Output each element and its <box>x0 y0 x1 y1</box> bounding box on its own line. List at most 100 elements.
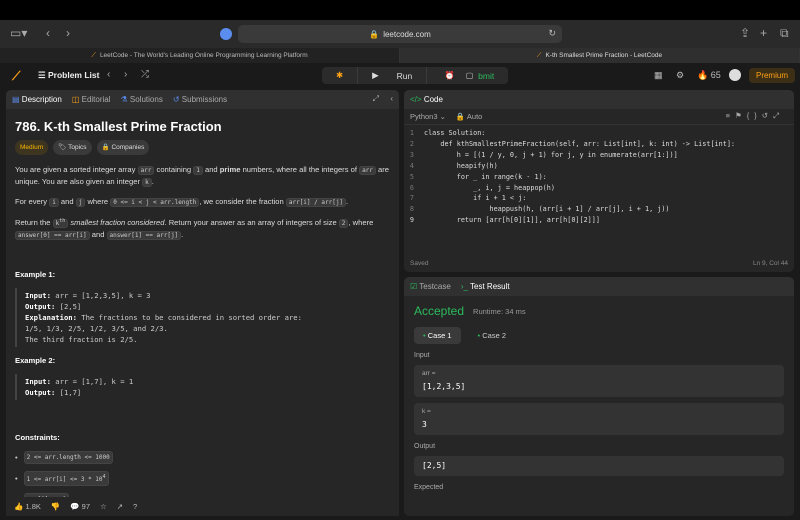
problem-list-button[interactable]: ☰ Problem List <box>38 70 99 81</box>
format-icon[interactable]: ≡ <box>726 111 735 120</box>
premium-button[interactable]: Premium <box>749 68 795 83</box>
test-tabs: ☑ Testcase ›_ Test Result <box>404 277 794 296</box>
tab-solutions[interactable]: ⚗ Solutions <box>121 95 163 104</box>
layout-icon[interactable]: ▦ <box>654 70 663 81</box>
tab-overview-icon[interactable]: ⧉ <box>780 26 789 41</box>
run-button[interactable]: ▶ Run <box>357 67 426 84</box>
lock-icon: 🔒 <box>455 112 466 121</box>
maximize-icon[interactable]: ⤢ <box>373 94 379 104</box>
extension-icon[interactable] <box>220 28 232 40</box>
comments-count: 97 <box>81 502 90 511</box>
description-panel: ▤ Description ◫ Editorial ⚗ Solutions ↺ … <box>6 90 399 516</box>
url-text: leetcode.com <box>383 29 431 39</box>
debug-button[interactable]: ✱ <box>322 67 357 84</box>
input-arr-box: arr = [1,2,3,5] <box>414 365 784 397</box>
browser-tab-leetcode-home[interactable]: ⟋ LeetCode - The World's Leading Online P… <box>0 48 400 63</box>
case-label: Case 1 <box>427 331 452 340</box>
favorite-star-icon[interactable]: ☆ <box>100 502 107 511</box>
tab-code[interactable]: </> Code <box>410 95 443 104</box>
code-editor[interactable]: 1 class Solution: 2 def kthSmallestPrimeF… <box>404 128 794 226</box>
auto-label: Auto <box>466 112 483 121</box>
result-body: Accepted Runtime: 34 ms • Case 1 • Case … <box>404 296 794 505</box>
reset-icon[interactable]: ↺ <box>762 111 773 120</box>
tab-submissions[interactable]: ↺ Submissions <box>173 95 227 104</box>
timer-button[interactable]: ⏰ <box>441 67 458 84</box>
topics-button[interactable]: 🏷 Topics <box>53 140 92 155</box>
case-2-tab[interactable]: • Case 2 <box>469 327 516 344</box>
thumbs-down-icon: 👎 <box>50 502 61 511</box>
paragraph-2: For every i and j where 0 <= i < j < arr… <box>15 197 349 207</box>
share-icon[interactable]: ⇪ <box>740 26 750 40</box>
streak-value: 65 <box>710 70 721 80</box>
browser-tab-problem[interactable]: ⟋ K-th Smallest Prime Fraction - LeetCode <box>400 48 800 63</box>
forward-icon[interactable]: › <box>66 26 70 40</box>
share-icon[interactable]: ↗ <box>117 502 123 511</box>
settings-gear-icon[interactable]: ⚙ <box>676 70 684 81</box>
problem-list-label: Problem List <box>47 70 100 80</box>
autocomplete-toggle[interactable]: 🔒 Auto <box>456 112 482 121</box>
os-menubar <box>0 0 800 20</box>
likes-count: 1.8K <box>25 502 41 511</box>
prev-problem-icon[interactable]: ‹ <box>107 69 110 80</box>
companies-label: Companies <box>111 144 145 151</box>
avatar[interactable] <box>729 69 741 81</box>
sidebar-icon[interactable]: ▭▾ <box>10 26 27 40</box>
document-icon: ▤ <box>12 95 20 104</box>
editor-actions: ≡⚑{}↺⤢ <box>726 111 784 121</box>
leetcode-logo-icon[interactable]: ⟋ <box>12 69 20 84</box>
browser-tabs: ⟋ LeetCode - The World's Leading Online P… <box>0 48 800 63</box>
streak-counter[interactable]: 🔥 65 <box>697 70 721 81</box>
language-select[interactable]: Python3 ⌄ <box>410 112 446 121</box>
notes-button[interactable]: ▢ <box>461 67 478 84</box>
code-line: 4 heapify(h) <box>409 161 498 170</box>
output-box: [2,5] <box>414 456 784 476</box>
book-icon: ◫ <box>71 95 80 104</box>
leetcode-favicon-icon: ⟋ <box>91 51 96 59</box>
companies-button[interactable]: 🔒 Companies <box>96 140 150 155</box>
tab-label: Solutions <box>129 95 163 104</box>
braces-icon[interactable]: {} <box>747 111 762 120</box>
tab-label: Code <box>423 95 443 104</box>
run-label: Run <box>396 70 413 81</box>
bookmark-icon[interactable]: ⚑ <box>735 111 747 120</box>
shuffle-icon[interactable]: ⤮ <box>141 69 149 80</box>
tab-test-result[interactable]: ›_ Test Result <box>461 282 510 291</box>
cursor-position: Ln 9, Col 44 <box>752 259 788 267</box>
new-tab-icon[interactable]: + <box>760 26 767 40</box>
list-item: 2 <= arr.length <= 1000 <box>15 451 390 464</box>
dislike-button[interactable]: 👎 <box>51 502 60 511</box>
case-1-tab[interactable]: • Case 1 <box>414 327 461 344</box>
collapse-icon[interactable]: ‹ <box>390 94 393 103</box>
fullscreen-icon[interactable]: ⤢ <box>773 111 784 120</box>
saved-status: Saved <box>410 259 429 267</box>
tab-editorial[interactable]: ◫ Editorial <box>72 95 111 104</box>
difficulty-badge: Medium <box>15 140 49 155</box>
flask-icon: ⚗ <box>120 95 128 104</box>
code-line: 1 class Solution: <box>409 129 486 137</box>
example-2-heading: Example 2: <box>15 356 56 365</box>
pass-dot-icon: • <box>477 331 481 340</box>
tab-description[interactable]: ▤ Description <box>12 95 62 104</box>
reload-icon[interactable]: ↻ <box>548 28 556 39</box>
param-value: [1,2,3,5] <box>422 382 466 391</box>
topics-label: Topics <box>68 144 87 151</box>
paragraph-3: Return the kth smallest fraction conside… <box>15 218 374 240</box>
like-button[interactable]: 👍 1.8K <box>14 502 41 511</box>
description-tabs: ▤ Description ◫ Editorial ⚗ Solutions ↺ … <box>6 90 399 109</box>
note-icon: ▢ <box>465 71 474 80</box>
code-line: 7 if i + 1 < j: <box>409 194 527 203</box>
tab-testcase[interactable]: ☑ Testcase <box>410 282 451 291</box>
lock-icon: 🔒 <box>101 144 110 151</box>
browser-toolbar: ▭▾ ‹ › 🔒 leetcode.com ↻ ⇪ + ⧉ <box>0 20 800 48</box>
address-bar[interactable]: 🔒 leetcode.com ↻ <box>238 25 562 43</box>
checkbox-icon: ☑ <box>410 282 418 291</box>
comments-button[interactable]: 💬 97 <box>70 502 90 511</box>
terminal-icon: ›_ <box>460 282 468 291</box>
editor-toolbar: Python3 ⌄ 🔒 Auto ≡⚑{}↺⤢ <box>404 109 794 125</box>
back-icon[interactable]: ‹ <box>46 26 50 40</box>
help-icon[interactable]: ? <box>133 502 137 511</box>
play-icon: ▶ <box>372 70 379 80</box>
next-problem-icon[interactable]: › <box>124 69 127 80</box>
case-label: Case 2 <box>482 331 506 340</box>
code-header: </> Code <box>404 90 794 109</box>
